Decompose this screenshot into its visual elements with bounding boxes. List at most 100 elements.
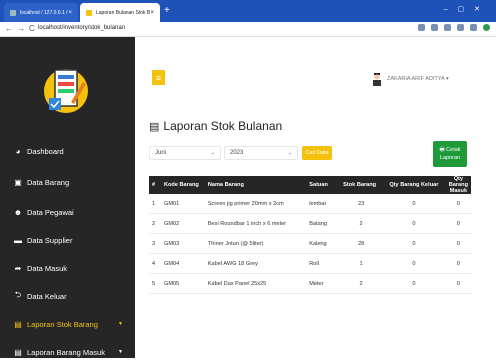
browser-tab-laporan[interactable]: Laporan Bulanan Stok Barang × [80,3,160,22]
table-cell: 3 [149,233,161,254]
extension-icon[interactable] [457,24,464,31]
sidebar: ◕ Dashboard ▣ Data Barang ☻ Data Pegawai… [0,37,135,358]
top-bar: ≡ ZAKARIA ARIF ADITYA ▾ [135,37,496,109]
new-tab-icon[interactable]: + [164,6,170,16]
caret-down-icon: ▼ [118,349,123,355]
table-cell: 0 [445,233,471,254]
sidebar-item-label: Dashboard [27,146,64,156]
table-cell: 23 [340,194,383,214]
sidebar-item-laporan-masuk[interactable]: ▤ Laporan Barang Masuk ▼ [0,342,135,362]
extension-icon[interactable] [431,24,438,31]
table-row: 2 GM02 Besi Roundbar 1 inch x 6 meter Ba… [149,213,471,234]
app-logo-icon [44,69,88,113]
close-icon[interactable]: × [150,10,154,16]
month-select[interactable]: Juni ⌄ [149,146,221,160]
print-label-line2: Laporan [439,155,461,161]
column-header: Satuan [306,176,341,194]
table-cell: GM04 [160,253,205,274]
tab-label: localhost / 127.0.0.1 / stok_baru [20,9,68,16]
search-button[interactable]: Cari Data [302,146,332,160]
table-cell: 1 [340,253,383,274]
sidebar-item-label: Laporan Stok Barang [27,319,98,329]
year-select[interactable]: 2023 ⌄ [224,146,298,160]
window-controls[interactable]: –▢✕ [444,5,490,13]
sidebar-item-data-supplier[interactable]: ▬ Data Supplier [0,230,135,250]
table-cell: 0 [382,273,446,294]
page-title-text: Laporan Stok Bulanan [163,119,283,133]
sidebar-item-data-masuk[interactable]: ➦ Data Masuk [0,258,135,278]
table-cell: Roll [306,253,341,274]
table-cell: Thiner Jotun (@ 5liter) [204,233,307,254]
users-icon: ☻ [13,207,23,217]
sidebar-item-data-pegawai[interactable]: ☻ Data Pegawai [0,202,135,222]
extension-icons [418,24,490,31]
sidebar-item-dashboard[interactable]: ◕ Dashboard [0,141,135,161]
menu-toggle-button[interactable]: ≡ [152,70,165,85]
column-header: Stok Barang [340,176,383,194]
nav-buttons-icon[interactable]: ←→C [5,24,39,33]
user-name-menu[interactable]: ZAKARIA ARIF ADITYA ▾ [387,76,449,82]
table-cell: 0 [445,273,471,294]
url-field[interactable]: localhost/inventory/stok_bulanan [38,25,125,31]
table-row: 1 GM01 Screen jig primer 20mm x 2cm lemb… [149,194,471,214]
sidebar-item-label: Data Supplier [27,235,73,245]
sidebar-item-label: Data Masuk [27,263,68,273]
table-cell: 0 [382,233,446,254]
sidebar-item-label: Data Pegawai [27,207,74,217]
table-cell: 2 [340,273,383,294]
table-cell: 0 [445,194,471,214]
table-cell: lembar [306,194,341,214]
table-cell: Batang [306,213,341,234]
table-cell: GM03 [160,233,205,254]
document-icon: ▤ [149,120,160,133]
sidebar-item-data-barang[interactable]: ▣ Data Barang [0,172,135,192]
sidebar-item-label: Data Barang [27,177,70,187]
close-icon[interactable]: × [68,10,72,16]
table-cell: 4 [149,253,161,274]
user-avatar-icon[interactable] [372,73,382,86]
box-icon: ▣ [14,177,22,187]
print-label-line1: 🖶 Cetak [439,147,461,153]
stock-table: # Kode Barang Nama Barang Satuan Stok Ba… [149,176,471,294]
extension-icon[interactable] [418,24,425,31]
table-cell: Screen jig primer 20mm x 2cm [204,194,307,214]
browser-tab-phpmyadmin[interactable]: localhost / 127.0.0.1 / stok_baru × [4,3,78,22]
palette-icon: ◕ [15,146,21,156]
table-cell: 1 [149,194,161,214]
column-header: Qty Barang Keluar [382,176,446,194]
table-cell: 28 [340,233,383,254]
extension-icon[interactable] [470,24,477,31]
table-row: 3 GM03 Thiner Jotun (@ 5liter) Kaleng 28… [149,233,471,254]
sidebar-item-laporan-stok[interactable]: ▤ Laporan Stok Barang ▼ [0,314,135,334]
table-cell: Besi Roundbar 1 inch x 6 meter [204,213,307,234]
column-header: Kode Barang [160,176,205,194]
favicon-icon [86,9,92,16]
table-cell: 5 [149,273,161,294]
table-header-row: # Kode Barang Nama Barang Satuan Stok Ba… [149,176,471,194]
chevron-down-icon: ⌄ [287,150,292,156]
table-cell: Kaleng [306,233,341,254]
column-header: Qty Barang Masuk [445,176,471,194]
profile-icon[interactable] [483,24,490,31]
extension-icon[interactable] [444,24,451,31]
page-title: ▤ Laporan Stok Bulanan [149,119,282,133]
sidebar-item-data-keluar[interactable]: ⮌ Data Keluar [0,286,135,306]
address-bar: ←→C localhost/inventory/stok_bulanan [0,22,496,37]
column-header: # [149,176,161,194]
table-cell: 0 [445,213,471,234]
share-icon: ➦ [14,263,22,273]
print-report-button[interactable]: 🖶 Cetak Laporan [433,141,467,167]
file-icon: ▤ [14,319,22,329]
file-icon: ▤ [14,347,22,357]
table-cell: GM05 [160,273,205,294]
table-cell: 2 [340,213,383,234]
table-row: 5 GM05 Kabel Dax Panel 25x25 Meter 2 0 0 [149,273,471,294]
favicon-icon [10,9,16,16]
sidebar-item-label: Laporan Barang Masuk [27,347,105,357]
table-row: 4 GM04 Kabel AWG 18 Grey Roll 1 0 0 [149,253,471,274]
table-cell: 0 [382,253,446,274]
table-cell: Kabel Dax Panel 25x25 [204,273,307,294]
table-cell: 0 [445,253,471,274]
table-cell: 0 [382,194,446,214]
month-select-value: Juni [155,150,167,156]
